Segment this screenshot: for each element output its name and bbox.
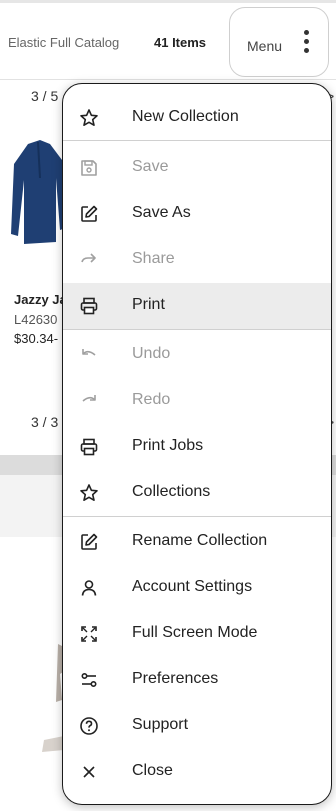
menu-item-label: Full Screen Mode	[132, 624, 258, 641]
save-icon	[81, 160, 97, 176]
star-outline-icon	[80, 109, 98, 126]
menu-item-label: Account Settings	[132, 578, 253, 595]
catalog-name[interactable]: Elastic Full Catalog	[8, 35, 119, 50]
menu-item-label: Print Jobs	[132, 437, 204, 454]
menu-item-support[interactable]: Support	[63, 703, 331, 749]
menu-separator	[63, 516, 331, 517]
menu-item-new-collection[interactable]: New Collection	[63, 95, 331, 141]
menu-item-collections[interactable]: Collections	[63, 470, 331, 516]
menu-item-save[interactable]: Save	[63, 145, 331, 191]
printer-icon	[80, 297, 98, 315]
menu-item-print-jobs[interactable]: Print Jobs	[63, 424, 331, 470]
menu-item-undo[interactable]: Undo	[63, 332, 331, 378]
menu-item-account-settings[interactable]: Account Settings	[63, 565, 331, 611]
menu-item-label: Collections	[132, 483, 211, 500]
menu-item-label: New Collection	[132, 108, 239, 125]
menu-item-rename-collection[interactable]: Rename Collection	[63, 519, 331, 565]
item-count: 41 Items	[154, 35, 207, 50]
product-image[interactable]	[10, 138, 66, 248]
printer-icon	[80, 438, 98, 456]
help-circle-icon	[80, 717, 98, 735]
share-arrow-icon	[81, 253, 96, 263]
menu-item-full-screen-mode[interactable]: Full Screen Mode	[63, 611, 331, 657]
star-outline-icon	[80, 484, 98, 501]
menu-item-label: Undo	[132, 345, 171, 362]
menu-item-label: Redo	[132, 391, 171, 408]
menu-item-label: Support	[132, 716, 189, 733]
menu-item-label: Rename Collection	[132, 532, 268, 549]
menu-item-label: Preferences	[132, 670, 219, 687]
menu-item-preferences[interactable]: Preferences	[63, 657, 331, 703]
fullscreen-icon	[81, 626, 97, 642]
edit-icon	[81, 205, 98, 222]
sliders-icon	[81, 672, 97, 688]
menu-separator	[63, 329, 331, 330]
menu-button-label: Menu	[247, 38, 283, 54]
menu-item-label: Close	[132, 762, 173, 779]
menu-item-print[interactable]: Print	[63, 283, 331, 329]
redo-icon	[82, 395, 96, 402]
menu-item-share[interactable]: Share	[63, 237, 331, 283]
product-name[interactable]: Jazzy Ja	[14, 292, 67, 307]
close-icon	[83, 766, 95, 778]
menu-item-label: Share	[132, 250, 175, 267]
kebab-icon	[304, 30, 310, 56]
menu-dropdown: New Collection Save Save As Share Print …	[62, 83, 332, 805]
user-icon	[81, 580, 97, 596]
menu-item-label: Save	[132, 158, 169, 175]
product-price: $30.34-	[14, 331, 59, 346]
page-indicator: 3 / 5	[31, 88, 59, 104]
menu-item-save-as[interactable]: Save As	[63, 191, 331, 237]
menu-item-label: Print	[132, 296, 165, 313]
edit-icon	[81, 533, 98, 550]
menu-button[interactable]: Menu	[229, 7, 329, 77]
undo-icon	[82, 349, 96, 356]
product-sku: L42630	[14, 312, 58, 327]
menu-separator	[63, 140, 331, 141]
top-bar: Elastic Full Catalog 41 Items Menu	[0, 0, 336, 80]
page-indicator: 3 / 3	[31, 414, 59, 430]
menu-item-close[interactable]: Close	[63, 749, 331, 795]
menu-item-redo[interactable]: Redo	[63, 378, 331, 424]
menu-item-label: Save As	[132, 204, 191, 221]
